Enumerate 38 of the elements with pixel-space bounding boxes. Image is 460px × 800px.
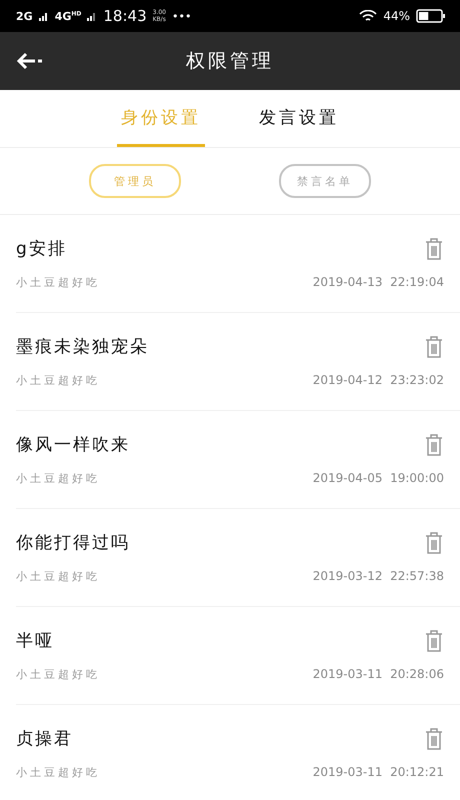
member-name: 你能打得过吗	[16, 532, 131, 555]
member-name: 像风一样吹来	[16, 434, 131, 457]
tab[interactable]: 发言设置	[255, 90, 343, 147]
trash-icon[interactable]	[424, 335, 444, 359]
member-source: 小土豆超好吃	[16, 275, 101, 290]
member-time: 2019-03-11 20:28:06	[312, 667, 444, 682]
more-indicator: •••	[172, 10, 192, 22]
trash-icon[interactable]	[424, 629, 444, 653]
page-title: 权限管理	[186, 49, 274, 74]
clock: 18:43	[103, 7, 147, 25]
battery-percentage: 44%	[383, 9, 410, 23]
signal-icon	[87, 11, 98, 21]
signal-icon	[38, 11, 49, 21]
member-source: 小土豆超好吃	[16, 569, 101, 584]
member-time: 2019-03-12 22:57:38	[312, 569, 444, 584]
member-time: 2019-04-05 19:00:00	[312, 471, 444, 486]
filter-button[interactable]: 管理员	[89, 164, 181, 198]
network-label: 4G$^{HD}$	[54, 10, 82, 22]
member-source: 小土豆超好吃	[16, 667, 101, 682]
member-name: 贞操君	[16, 728, 74, 751]
member-time: 2019-04-12 23:23:02	[312, 373, 444, 388]
network-label: 2G	[16, 10, 33, 22]
member-source: 小土豆超好吃	[16, 373, 101, 388]
wifi-icon	[359, 10, 378, 22]
member-time: 2019-03-11 20:12:21	[312, 765, 444, 780]
tab[interactable]: 身份设置	[117, 90, 205, 147]
filter-button[interactable]: 禁言名单	[279, 164, 371, 198]
member-name: g安排	[16, 238, 68, 261]
member-name: 墨痕未染独宠朵	[16, 336, 150, 359]
member-name: 半哑	[16, 630, 55, 653]
trash-icon[interactable]	[424, 237, 444, 261]
trash-icon[interactable]	[424, 433, 444, 457]
trash-icon[interactable]	[424, 727, 444, 751]
member-time: 2019-04-13 22:19:04	[312, 275, 444, 290]
battery-icon	[416, 9, 446, 23]
trash-icon[interactable]	[424, 531, 444, 555]
member-source: 小土豆超好吃	[16, 765, 101, 780]
member-source: 小土豆超好吃	[16, 471, 101, 486]
